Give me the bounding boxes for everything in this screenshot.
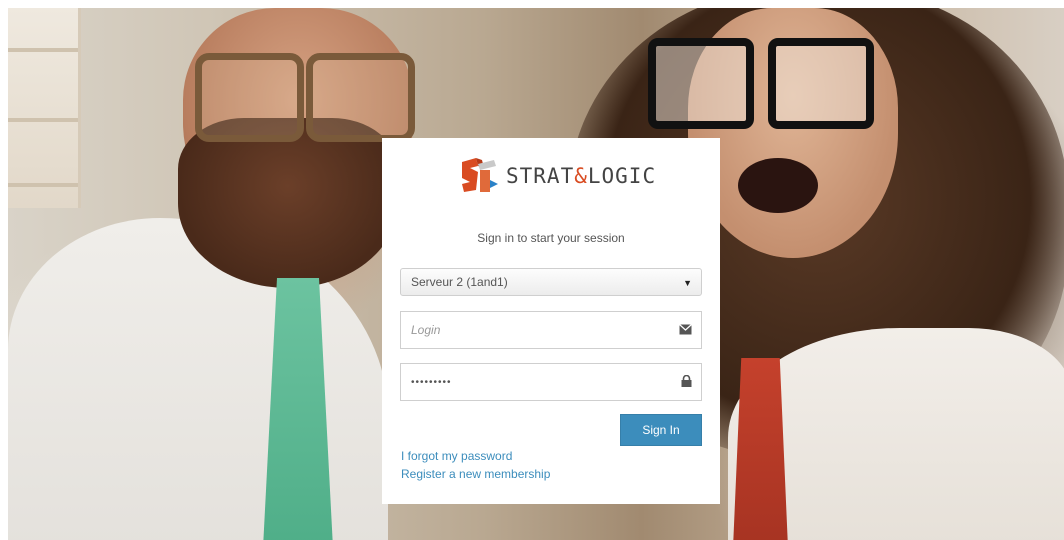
strat-logic-logo-icon	[460, 156, 500, 196]
password-input[interactable]: •••••••••	[400, 363, 702, 401]
envelope-icon	[679, 323, 692, 338]
left-man-beard	[178, 118, 398, 288]
server-select[interactable]: Serveur 2 (1and1) ▼	[400, 268, 702, 296]
login-input[interactable]: Login	[400, 311, 702, 349]
lock-icon	[681, 374, 692, 390]
password-value: •••••••••	[411, 376, 452, 388]
forgot-password-link[interactable]: I forgot my password	[401, 449, 512, 463]
chevron-down-icon: ▼	[683, 278, 692, 288]
brand-logo: STRAT&LOGIC	[460, 156, 656, 196]
left-man-glasses-lens	[195, 53, 304, 142]
login-placeholder: Login	[411, 323, 441, 337]
right-man-glasses-lens	[768, 38, 874, 129]
right-man-glasses-lens	[648, 38, 754, 129]
login-box-msg: Sign in to start your session	[477, 231, 625, 245]
brand-name: STRAT&LOGIC	[506, 164, 657, 188]
bookshelf	[8, 8, 81, 208]
right-man-mouth	[738, 158, 818, 213]
server-select-value: Serveur 2 (1and1)	[411, 275, 508, 289]
sign-in-button[interactable]: Sign In	[620, 414, 702, 446]
login-box: STRAT&LOGIC Sign in to start your sessio…	[382, 138, 720, 504]
right-man-tie	[733, 358, 788, 540]
left-man-glasses-lens	[306, 53, 415, 142]
register-link[interactable]: Register a new membership	[401, 467, 550, 481]
